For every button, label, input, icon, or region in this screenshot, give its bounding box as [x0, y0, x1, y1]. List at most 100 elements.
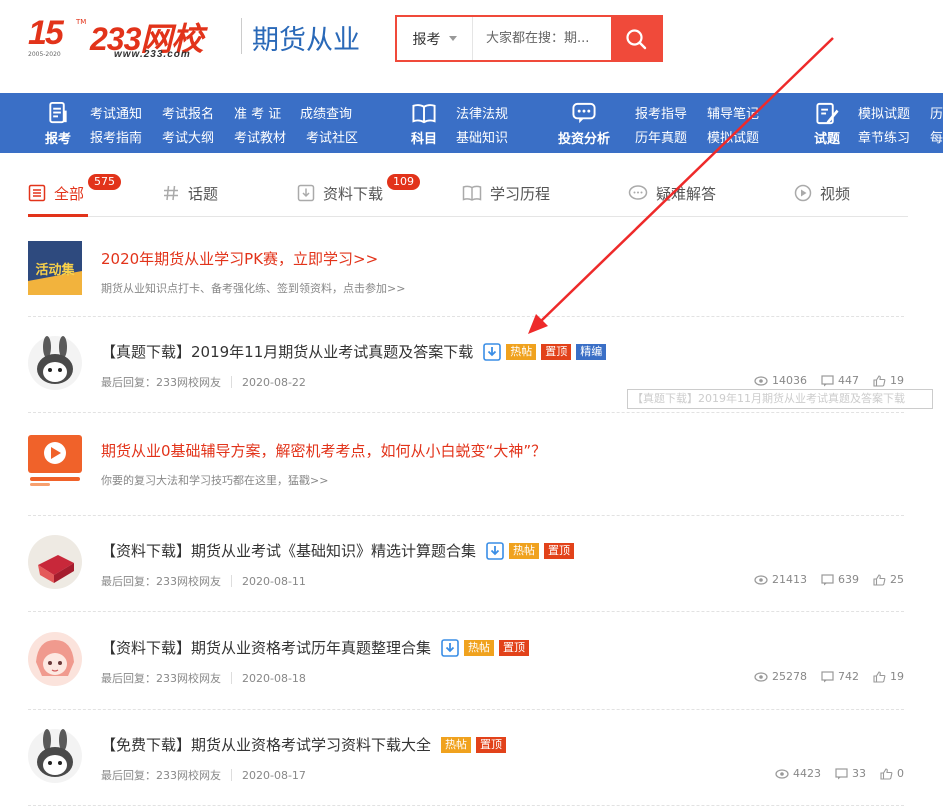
- post-item[interactable]: 【真题下载】2019年11月期货从业考试真题及答案下载 热帖 置顶 精编 最后回…: [28, 336, 904, 392]
- hot-tag: 热帖: [509, 542, 540, 559]
- nav-link[interactable]: 辅导笔记: [707, 103, 759, 122]
- avatar[interactable]: [28, 729, 82, 783]
- post-title[interactable]: 【真题下载】2019年11月期货从业考试真题及答案下载: [101, 341, 473, 362]
- divider: [28, 805, 904, 806]
- divider: [28, 412, 904, 413]
- nav-group-shiti[interactable]: 试题: [809, 101, 845, 147]
- post-meta: 最后回复：233网校网友 2020-08-18: [101, 670, 306, 686]
- nav-link[interactable]: 章节练习: [858, 127, 910, 146]
- nav-link[interactable]: 报考指南: [90, 127, 142, 146]
- promo-item[interactable]: 期货从业0基础辅导方案，解密机考考点，如何从小白蜕变“大神”？ 你要的复习大法和…: [28, 433, 904, 489]
- activity-thumbnail: 活动集: [28, 241, 82, 295]
- like-count: 19: [890, 670, 904, 683]
- last-reply: 最后回复：233网校网友: [101, 672, 221, 685]
- nav-group-kemu[interactable]: 科目: [406, 101, 442, 147]
- tab-video[interactable]: 视频: [794, 180, 850, 206]
- nav-group-label: 投资分析: [558, 132, 611, 147]
- edit-paper-icon: [816, 102, 839, 125]
- divider: [28, 515, 904, 516]
- hot-tag: 热帖: [506, 343, 537, 360]
- comment-count: 33: [852, 767, 866, 780]
- tab-qa[interactable]: 疑难解答: [628, 180, 716, 206]
- nav-group-label: 报考: [44, 132, 71, 147]
- post-title-row[interactable]: 【免费下载】期货从业资格考试学习资料下载大全 热帖 置顶: [101, 734, 507, 755]
- nav-link[interactable]: 报考指导: [635, 103, 687, 122]
- pinned-tag: 置顶: [541, 343, 572, 360]
- tab-all[interactable]: 全部 575: [28, 174, 121, 206]
- download-icon[interactable]: [486, 541, 504, 560]
- post-item[interactable]: 【免费下载】期货从业资格考试学习资料下载大全 热帖 置顶 最后回复：233网校网…: [28, 729, 904, 785]
- post-title-row[interactable]: 【真题下载】2019年11月期货从业考试真题及答案下载 热帖 置顶 精编: [101, 341, 607, 362]
- hot-tag: 热帖: [441, 736, 472, 753]
- post-title[interactable]: 【免费下载】期货从业资格考试学习资料下载大全: [101, 734, 431, 755]
- comment-icon: [821, 573, 834, 585]
- search-button[interactable]: [611, 17, 661, 60]
- promo-title[interactable]: 期货从业0基础辅导方案，解密机考考点，如何从小白蜕变“大神”？: [101, 440, 546, 461]
- post-date: 2020-08-22: [242, 375, 306, 389]
- nav-link[interactable]: 成绩查询: [300, 103, 352, 122]
- search-input[interactable]: [474, 17, 612, 60]
- download-icon[interactable]: [441, 638, 459, 657]
- promo-desc: 期货从业知识点打卡、备考强化练、签到领资料，点击参加>>: [101, 282, 406, 295]
- nav-link[interactable]: 模拟试题: [707, 127, 759, 146]
- avatar[interactable]: [28, 535, 82, 589]
- last-reply: 最后回复：233网校网友: [101, 769, 221, 782]
- chat-icon: [628, 185, 648, 200]
- search-icon: [626, 28, 647, 49]
- thumbs-up-icon: [873, 670, 886, 683]
- nav-group-touzi[interactable]: 投资分析: [558, 101, 610, 147]
- post-item[interactable]: 【资料下载】期货从业资格考试历年真题整理合集 热帖 置顶 最后回复：233网校网…: [28, 632, 904, 688]
- comment-icon: [821, 670, 834, 682]
- tab-history[interactable]: 学习历程: [462, 180, 550, 206]
- nav-link[interactable]: 考试通知: [90, 103, 142, 122]
- svg-text:活动集: 活动集: [35, 262, 75, 278]
- nav-link[interactable]: 考试报名: [162, 103, 214, 122]
- tab-label: 全部: [54, 184, 85, 203]
- tab-label: 话题: [188, 184, 219, 203]
- post-title-row[interactable]: 【资料下载】期货从业资格考试历年真题整理合集 热帖 置顶: [101, 637, 530, 658]
- book-icon: [462, 185, 482, 201]
- avatar[interactable]: [28, 336, 82, 390]
- promo-item[interactable]: 活动集 2020年期货从业学习PK赛，立即学习>> 期货从业知识点打卡、备考强化…: [28, 241, 904, 297]
- post-stats: 21413 639 25: [740, 573, 904, 586]
- nav-link[interactable]: 法律法规: [456, 103, 508, 122]
- post-title[interactable]: 【资料下载】期货从业资格考试历年真题整理合集: [101, 637, 431, 658]
- nav-group-baokao[interactable]: 报考: [40, 101, 76, 147]
- nav-link[interactable]: 历: [930, 103, 943, 122]
- thumbs-up-icon: [880, 767, 893, 780]
- search-category-select[interactable]: 报考: [397, 17, 473, 60]
- logo-15: 15: [28, 14, 64, 52]
- view-count: 25278: [772, 670, 807, 683]
- post-title-row[interactable]: 【资料下载】期货从业考试《基础知识》精选计算题合集 热帖 置顶: [101, 540, 575, 561]
- post-date: 2020-08-18: [242, 671, 306, 685]
- tab-topic[interactable]: 话题: [162, 180, 218, 206]
- post-date: 2020-08-17: [242, 768, 306, 782]
- rabbit-avatar-image: [28, 729, 82, 783]
- nav-link[interactable]: 历年真题: [635, 127, 687, 146]
- nav-link[interactable]: 每: [930, 127, 943, 146]
- nav-link[interactable]: 准 考 证: [234, 103, 281, 122]
- promo-title[interactable]: 2020年期货从业学习PK赛，立即学习>>: [101, 248, 378, 269]
- nav-link[interactable]: 考试大纲: [162, 127, 214, 146]
- book-icon: [412, 104, 436, 124]
- document-icon: [49, 101, 67, 124]
- site-logo[interactable]: 15 TM 2005-2020 233网校 www.233.com: [28, 14, 238, 64]
- post-item[interactable]: 【资料下载】期货从业考试《基础知识》精选计算题合集 热帖 置顶 最后回复：233…: [28, 535, 904, 591]
- tab-download[interactable]: 资料下载 109: [297, 174, 420, 206]
- tab-label: 学习历程: [490, 184, 551, 203]
- active-tab-underline: [28, 214, 88, 217]
- promo-desc: 你要的复习大法和学习技巧都在这里，猛戳>>: [101, 474, 329, 487]
- nav-link[interactable]: 考试教材: [234, 127, 286, 146]
- avatar[interactable]: [28, 632, 82, 686]
- nav-link[interactable]: 模拟试题: [858, 103, 910, 122]
- brand-name[interactable]: 期货从业: [252, 18, 360, 57]
- anime-girl-avatar-image: [28, 632, 82, 686]
- download-icon[interactable]: [483, 342, 502, 361]
- eye-icon: [754, 375, 768, 386]
- nav-link[interactable]: 基础知识: [456, 127, 508, 146]
- nav-link[interactable]: 考试社区: [306, 127, 358, 146]
- chat-bubble-icon: [572, 102, 596, 124]
- post-title[interactable]: 【资料下载】期货从业考试《基础知识》精选计算题合集: [101, 540, 476, 561]
- view-count: 4423: [793, 767, 821, 780]
- brand-divider: [241, 18, 242, 54]
